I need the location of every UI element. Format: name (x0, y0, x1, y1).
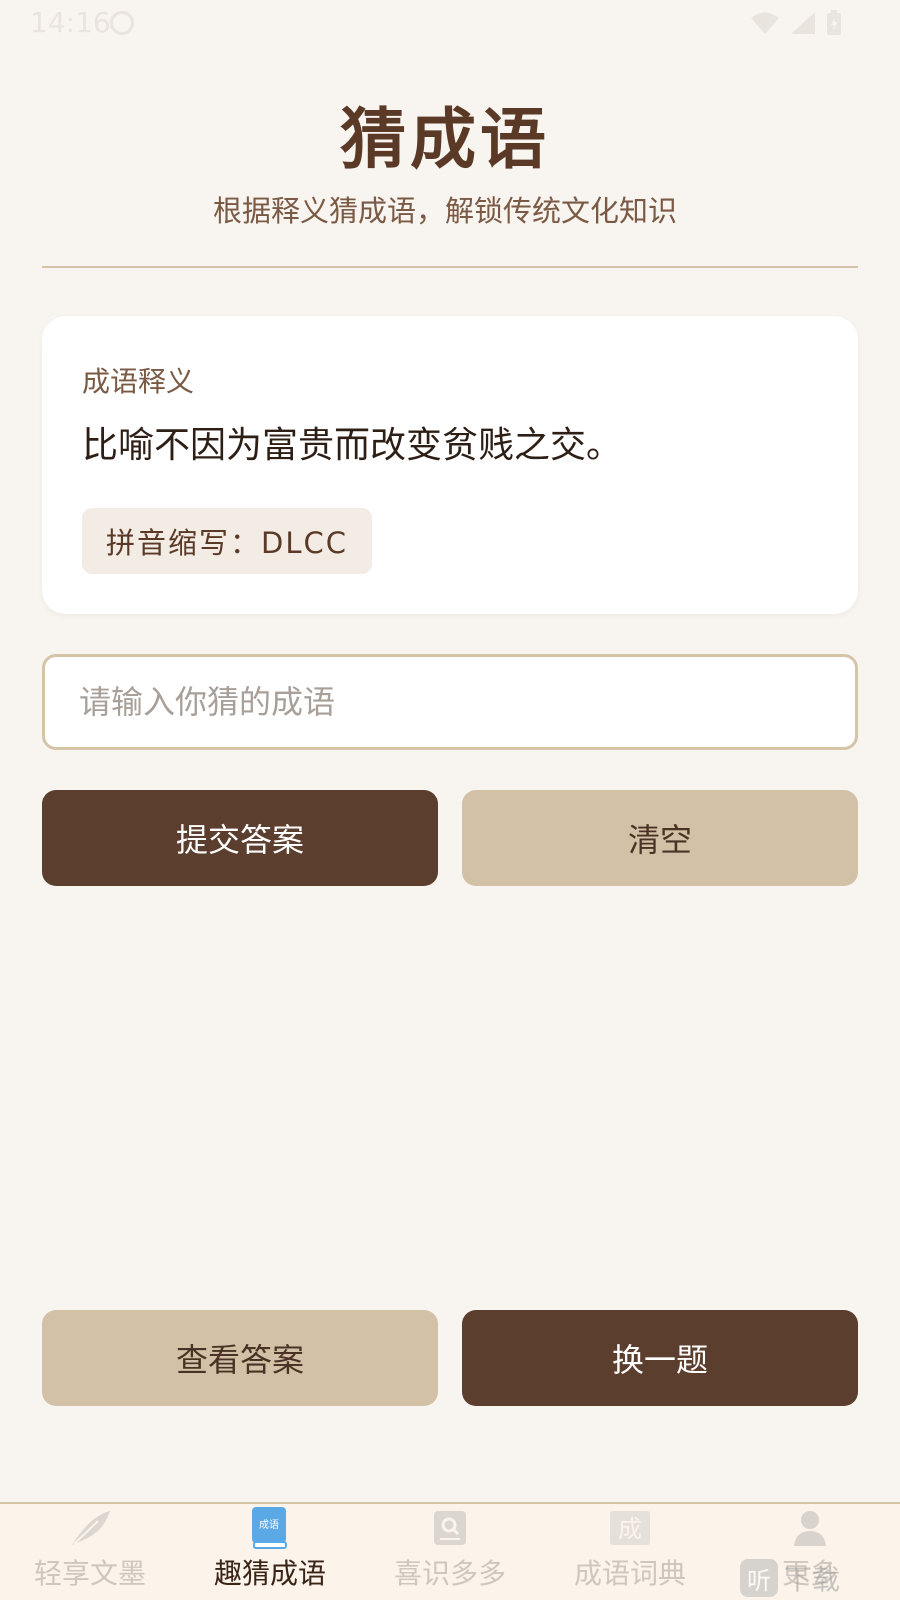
next-question-button[interactable]: 换一题 (462, 1310, 858, 1406)
status-icons (750, 10, 842, 36)
feather-icon (68, 1506, 112, 1550)
page-subtitle: 根据释义猜成语，解锁传统文化知识 (212, 194, 677, 228)
nav-item-wenmo[interactable]: 轻享文墨 (0, 1504, 180, 1600)
battery-icon (827, 10, 841, 35)
pinyin-hint-badge: 拼音缩写：DLCC (82, 508, 372, 574)
status-bar: 14:16 (0, 0, 900, 48)
submit-answer-button[interactable]: 提交答案 (42, 790, 438, 886)
page-title: 猜成语 (340, 101, 550, 178)
watermark-logo: 听 (740, 1559, 778, 1597)
nav-item-dictionary[interactable]: 成 成语词典 (540, 1504, 720, 1600)
reveal-answer-button[interactable]: 查看答案 (42, 1310, 438, 1406)
svg-text:成语: 成语 (259, 1519, 279, 1531)
user-icon (788, 1506, 832, 1550)
nav-label: 轻享文墨 (33, 1557, 146, 1590)
nav-label: 喜识多多 (393, 1557, 506, 1590)
definition-card: 成语释义 比喻不因为富贵而改变贫贱之交。 拼音缩写：DLCC (42, 316, 858, 614)
nav-item-guess-idiom[interactable]: 成语 趣猜成语 (180, 1504, 360, 1600)
definition-text: 比喻不因为富贵而改变贫贱之交。 (82, 425, 623, 466)
status-time: 14:16 (30, 6, 111, 39)
answer-input[interactable] (42, 654, 858, 750)
svg-text:成: 成 (618, 1515, 642, 1543)
screen: 14:16 猜成语 根据释义猜成语，解锁传统文化知识 成语释义 比喻不因为富贵而… (0, 0, 900, 1600)
header-divider (42, 266, 858, 268)
clear-button[interactable]: 清空 (462, 790, 858, 886)
nav-item-xishi[interactable]: 喜识多多 (360, 1504, 540, 1600)
search-book-icon (428, 1506, 472, 1550)
definition-label: 成语释义 (82, 365, 195, 398)
nav-label: 趣猜成语 (213, 1557, 326, 1590)
signal-icon (791, 12, 815, 34)
watermark: 听 下载 (740, 1558, 840, 1598)
dictionary-icon: 成 (608, 1506, 652, 1550)
notification-app-icon (110, 11, 134, 35)
watermark-text: 下载 (784, 1563, 841, 1596)
idiom-book-icon: 成语 (248, 1506, 292, 1550)
wifi-icon (751, 12, 779, 34)
nav-label: 成语词典 (573, 1557, 686, 1590)
